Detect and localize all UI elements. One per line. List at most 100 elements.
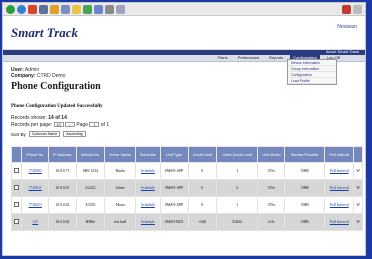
edit-icon[interactable] bbox=[116, 4, 125, 14]
stop-icon[interactable] bbox=[28, 4, 37, 14]
page-of: of 1 bbox=[100, 122, 110, 128]
row-checkbox-cell[interactable] bbox=[10, 196, 23, 214]
driver-cell: Jaline bbox=[104, 179, 137, 197]
sort-order-select[interactable]: Ascending bbox=[63, 131, 86, 137]
home-icon[interactable] bbox=[50, 4, 59, 14]
table-row: 145 10.0.0.62 HHbb test bull Schedule SM… bbox=[10, 213, 363, 231]
schedule-link[interactable]: Schedule bbox=[135, 179, 161, 197]
service-provider-cell: OHB bbox=[284, 196, 326, 214]
menu-item-load-profile[interactable]: Load Profile bbox=[288, 78, 336, 84]
schedule-link[interactable]: Schedule bbox=[135, 162, 161, 180]
unit-model-cell: i70w bbox=[257, 179, 286, 197]
unit-type-cell: SMSN-BLE bbox=[159, 213, 189, 231]
ip-cell: 10.0.0.71 bbox=[48, 162, 77, 180]
unit-type-cell: SMSN-APP bbox=[159, 196, 189, 214]
poll-interval-link[interactable]: Poll Interval bbox=[324, 162, 355, 180]
nav-preferences[interactable]: Preferences bbox=[235, 55, 263, 61]
mail-icon[interactable] bbox=[94, 4, 103, 14]
row-checkbox[interactable] bbox=[14, 185, 20, 190]
credit-limit-cell: 0 bbox=[187, 179, 218, 197]
menu-icon[interactable] bbox=[353, 4, 362, 14]
poll-interval-link[interactable]: Poll Interval bbox=[324, 196, 355, 214]
table-header-row: Phone No. IP Address Vehicle No. Driver … bbox=[10, 146, 363, 163]
extra-cell: W bbox=[353, 162, 363, 180]
driver-cell: Bindu bbox=[104, 162, 137, 180]
extra-cell: W bbox=[353, 196, 363, 214]
ip-cell: 10.0.0.01 bbox=[48, 179, 77, 197]
vehicle-cell: SR9 1234 bbox=[75, 162, 106, 180]
phone-link[interactable]: 7720011 bbox=[21, 179, 50, 197]
used-credit-cell: 1 bbox=[216, 162, 259, 180]
phone-table: Phone No. IP Address Vehicle No. Driver … bbox=[10, 146, 363, 231]
col-credit-limit[interactable]: Credit Limit bbox=[187, 146, 218, 163]
credit-limit-cell: 0 bbox=[187, 162, 218, 180]
about-link[interactable]: About Smart Track bbox=[326, 49, 359, 54]
phone-link[interactable]: 7720001 bbox=[21, 162, 50, 180]
credit-limit-cell: 0 bbox=[187, 196, 218, 214]
favorites-icon[interactable] bbox=[72, 4, 81, 14]
vehicle-cell: A3333 bbox=[75, 196, 106, 214]
nav-reports[interactable]: Reports bbox=[266, 55, 286, 61]
poll-interval-link[interactable]: Poll Interval bbox=[324, 213, 355, 231]
schedule-link[interactable]: Schedule bbox=[135, 196, 161, 214]
nav-plans[interactable]: Plans bbox=[215, 55, 231, 61]
print-icon[interactable] bbox=[105, 4, 114, 14]
col-extra bbox=[353, 146, 363, 163]
used-credit-cell: 1 bbox=[216, 196, 259, 214]
driver-cell: Mona bbox=[104, 196, 137, 214]
screen: Smart Track Novasun About Smart Track Pl… bbox=[0, 0, 372, 259]
go-button[interactable]: › bbox=[64, 122, 75, 128]
col-driver-name[interactable]: Driver Name bbox=[104, 146, 137, 163]
sort-row: Sort By Customer Name Ascending bbox=[11, 131, 361, 137]
search-icon[interactable] bbox=[61, 4, 70, 14]
col-ip-address[interactable]: IP Address bbox=[48, 146, 77, 163]
success-message: Phone Configuration Updated Successfully bbox=[11, 104, 103, 109]
sort-field-select[interactable]: Customer Name bbox=[28, 131, 61, 137]
per-page-label: Records per page: bbox=[11, 122, 53, 128]
row-checkbox-cell[interactable] bbox=[10, 179, 23, 197]
toolbar-right bbox=[342, 4, 362, 14]
col-unit-type[interactable]: Unit Type bbox=[159, 146, 189, 163]
unit-model-cell: z5fv bbox=[257, 213, 286, 231]
col-schedule[interactable]: Schedule bbox=[135, 146, 161, 163]
back-icon[interactable] bbox=[6, 4, 15, 14]
ip-cell: 10.0.0.45 bbox=[48, 196, 77, 214]
company-value: CTRD Demo bbox=[36, 73, 66, 79]
used-credit-cell: X4h52 bbox=[216, 213, 259, 231]
phone-link[interactable]: 7720021 bbox=[21, 196, 50, 214]
col-service-provider[interactable]: Service Provider bbox=[284, 146, 326, 163]
row-checkbox-cell[interactable] bbox=[10, 213, 23, 231]
unit-type-cell: SMSN-APP bbox=[159, 162, 189, 180]
vehicle-cell: A2222 bbox=[75, 179, 106, 197]
col-unit-model[interactable]: Unit Model bbox=[257, 146, 286, 163]
refresh-icon[interactable] bbox=[39, 4, 48, 14]
vehicle-cell: HHbb bbox=[75, 213, 106, 231]
col-phone-no[interactable]: Phone No. bbox=[21, 146, 50, 163]
row-checkbox[interactable] bbox=[14, 202, 20, 207]
col-select bbox=[10, 146, 23, 163]
poll-interval-link[interactable]: Poll Interval bbox=[324, 179, 355, 197]
table-row: 7720021 10.0.0.45 A3333 Mona Schedule SM… bbox=[10, 196, 363, 214]
browser-toolbar bbox=[3, 3, 365, 16]
used-credit-cell: 2 bbox=[216, 179, 259, 197]
col-vehicle-no[interactable]: Vehicle No. bbox=[75, 146, 106, 163]
schedule-link[interactable]: Schedule bbox=[135, 213, 161, 231]
col-used-credit-limit[interactable]: Used Credit Limit bbox=[216, 146, 259, 163]
extra-cell: W bbox=[353, 213, 363, 231]
extra-cell: W bbox=[353, 179, 363, 197]
col-poll-interval[interactable]: Poll Interval bbox=[324, 146, 355, 163]
unit-type-cell: SMSN-APP bbox=[159, 179, 189, 197]
row-checkbox-cell[interactable] bbox=[10, 162, 23, 180]
table-row: 7720001 10.0.0.71 SR9 1234 Bindu Schedul… bbox=[10, 162, 363, 180]
company-link[interactable]: Novasun bbox=[337, 24, 357, 30]
forward-icon[interactable] bbox=[17, 4, 26, 14]
history-icon[interactable] bbox=[83, 4, 92, 14]
phone-link[interactable]: 145 bbox=[21, 213, 50, 231]
row-checkbox[interactable] bbox=[14, 168, 20, 173]
page-input[interactable]: 1 bbox=[89, 122, 100, 128]
service-provider-cell: OHB bbox=[284, 179, 326, 197]
page-label: Page bbox=[76, 122, 88, 128]
per-page-input[interactable]: 15 bbox=[53, 122, 64, 128]
service-provider-cell: OHB bbox=[284, 213, 326, 231]
row-checkbox[interactable] bbox=[14, 219, 20, 224]
